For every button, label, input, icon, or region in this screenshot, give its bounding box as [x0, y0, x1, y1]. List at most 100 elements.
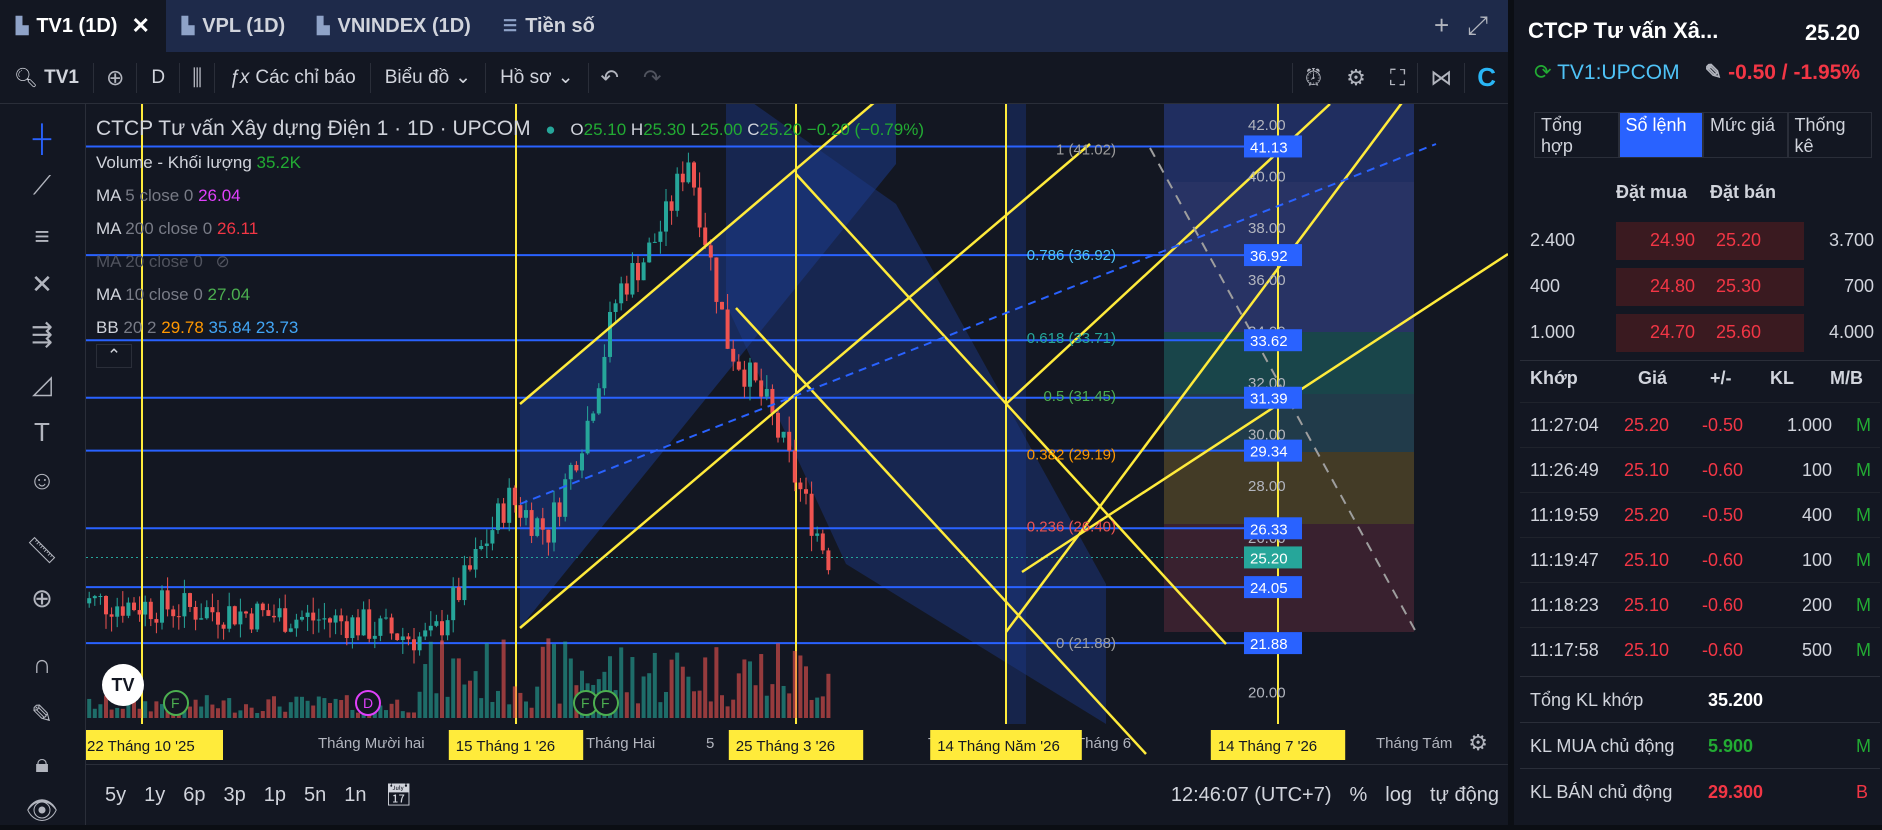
lock-drawing-icon[interactable]: ✎	[22, 694, 62, 734]
expand-icon[interactable]: ⤢	[1467, 10, 1488, 42]
candle[interactable]	[98, 596, 103, 598]
lock-icon[interactable]: 🔒︎	[22, 744, 62, 784]
trendline-icon[interactable]: ⟋	[22, 166, 62, 206]
candle[interactable]	[787, 431, 792, 451]
candle[interactable]	[580, 453, 584, 471]
candle[interactable]	[176, 616, 181, 618]
candle[interactable]	[255, 603, 260, 630]
eye-icon[interactable]: 👁︎	[22, 790, 62, 830]
percent-toggle[interactable]: %	[1341, 784, 1377, 807]
candle[interactable]	[389, 617, 394, 634]
candle[interactable]	[244, 611, 248, 614]
candle[interactable]	[288, 628, 293, 632]
candle[interactable]	[109, 614, 114, 617]
candle[interactable]	[445, 620, 450, 636]
candle[interactable]	[238, 611, 243, 625]
candle[interactable]	[400, 636, 405, 640]
gear-icon[interactable]: ⚙	[1334, 65, 1378, 91]
tab-vnindex[interactable]: ▙ VNINDEX (1D)	[301, 0, 487, 52]
candle[interactable]	[417, 636, 422, 651]
candle[interactable]	[260, 603, 265, 611]
symbol-search[interactable]: 🔍︎ TV1	[0, 52, 93, 103]
candle[interactable]	[468, 565, 472, 570]
candle[interactable]	[199, 618, 204, 620]
candle[interactable]	[372, 635, 377, 639]
undo-icon[interactable]: ↶	[589, 65, 631, 91]
candle[interactable]	[535, 518, 540, 536]
candle[interactable]	[412, 639, 416, 651]
candle[interactable]	[792, 450, 797, 483]
ruler-icon[interactable]: 📏︎	[22, 530, 62, 570]
candle[interactable]	[87, 598, 92, 604]
symbol-link[interactable]: ⟳ TV1:UPCOM	[1534, 60, 1680, 85]
candle[interactable]	[798, 482, 803, 490]
candle[interactable]	[344, 621, 349, 639]
tab-tien-so[interactable]: ☰ Tiền số	[487, 0, 611, 52]
candle[interactable]	[333, 615, 338, 623]
candle[interactable]	[154, 619, 159, 623]
collapse-legend-icon[interactable]: ⌃	[96, 344, 132, 368]
candle[interactable]	[434, 621, 439, 626]
candle[interactable]	[826, 550, 831, 571]
add-tab-icon[interactable]: +	[1434, 10, 1449, 42]
candle[interactable]	[311, 612, 316, 621]
settings-gear-icon[interactable]: ⚙	[1468, 730, 1488, 756]
candle[interactable]	[272, 615, 276, 618]
edit-icon[interactable]: ✎	[1704, 61, 1722, 84]
hidden-eye-icon[interactable]: ⊘	[216, 252, 230, 271]
candle[interactable]	[440, 621, 444, 636]
compare-add-icon[interactable]: ⊕	[94, 65, 136, 91]
chart-pane[interactable]: 1 (41.02) 0.786 (36.92) 0.618 (33.71) 0.5 (…	[86, 104, 1508, 764]
range-6p[interactable]: 6p	[174, 784, 214, 807]
candle[interactable]	[815, 533, 820, 536]
candle[interactable]	[496, 503, 500, 531]
candle[interactable]	[568, 464, 573, 480]
candle[interactable]	[406, 636, 411, 640]
log-toggle[interactable]: log	[1376, 784, 1421, 807]
pattern-icon[interactable]: ✕	[22, 264, 62, 304]
candle[interactable]	[776, 412, 780, 438]
candle[interactable]	[490, 530, 495, 544]
close-icon[interactable]: ✕	[131, 13, 149, 39]
profile-button[interactable]: Hồ sơ ⌄	[486, 52, 587, 103]
tab-orderbook[interactable]: Sổ lệnh	[1618, 112, 1703, 158]
candle[interactable]	[367, 609, 372, 639]
candle[interactable]	[574, 464, 579, 471]
tab-statistics[interactable]: Thống kê	[1787, 112, 1872, 158]
candle[interactable]	[266, 610, 271, 616]
candle[interactable]	[249, 613, 254, 630]
fib-icon[interactable]: ≡	[22, 216, 62, 256]
candle[interactable]	[378, 618, 383, 636]
candle[interactable]	[361, 609, 366, 636]
candle[interactable]	[322, 618, 327, 620]
candle[interactable]	[115, 606, 120, 617]
indicators-button[interactable]: ƒx Các chỉ báo	[215, 52, 369, 103]
candle[interactable]	[759, 380, 764, 397]
candle[interactable]	[316, 619, 321, 621]
tab-vpl[interactable]: ▙ VPL (1D)	[166, 0, 301, 52]
candle[interactable]	[126, 602, 131, 616]
candle[interactable]	[585, 420, 590, 454]
candle[interactable]	[339, 615, 344, 622]
candle[interactable]	[423, 630, 428, 637]
candle[interactable]	[764, 388, 769, 397]
date-range-icon[interactable]: 📅︎	[376, 782, 422, 808]
candle[interactable]	[563, 479, 568, 517]
forecast-icon[interactable]: ⇶	[22, 314, 62, 354]
candle[interactable]	[204, 607, 209, 619]
share-icon[interactable]: ⋈	[1418, 65, 1464, 91]
candle[interactable]	[596, 388, 601, 414]
candle[interactable]	[479, 545, 484, 550]
candle[interactable]	[507, 487, 512, 523]
candle[interactable]	[283, 608, 288, 632]
candle[interactable]	[512, 487, 517, 506]
brush-icon[interactable]: ◿	[22, 364, 62, 404]
candle[interactable]	[473, 549, 478, 570]
crosshair-icon[interactable]: ┼	[22, 118, 62, 158]
candle[interactable]	[92, 596, 97, 599]
candle[interactable]	[143, 601, 148, 615]
candle[interactable]	[193, 606, 198, 620]
candle[interactable]	[132, 602, 136, 611]
candle[interactable]	[529, 510, 534, 536]
candle[interactable]	[742, 369, 747, 387]
